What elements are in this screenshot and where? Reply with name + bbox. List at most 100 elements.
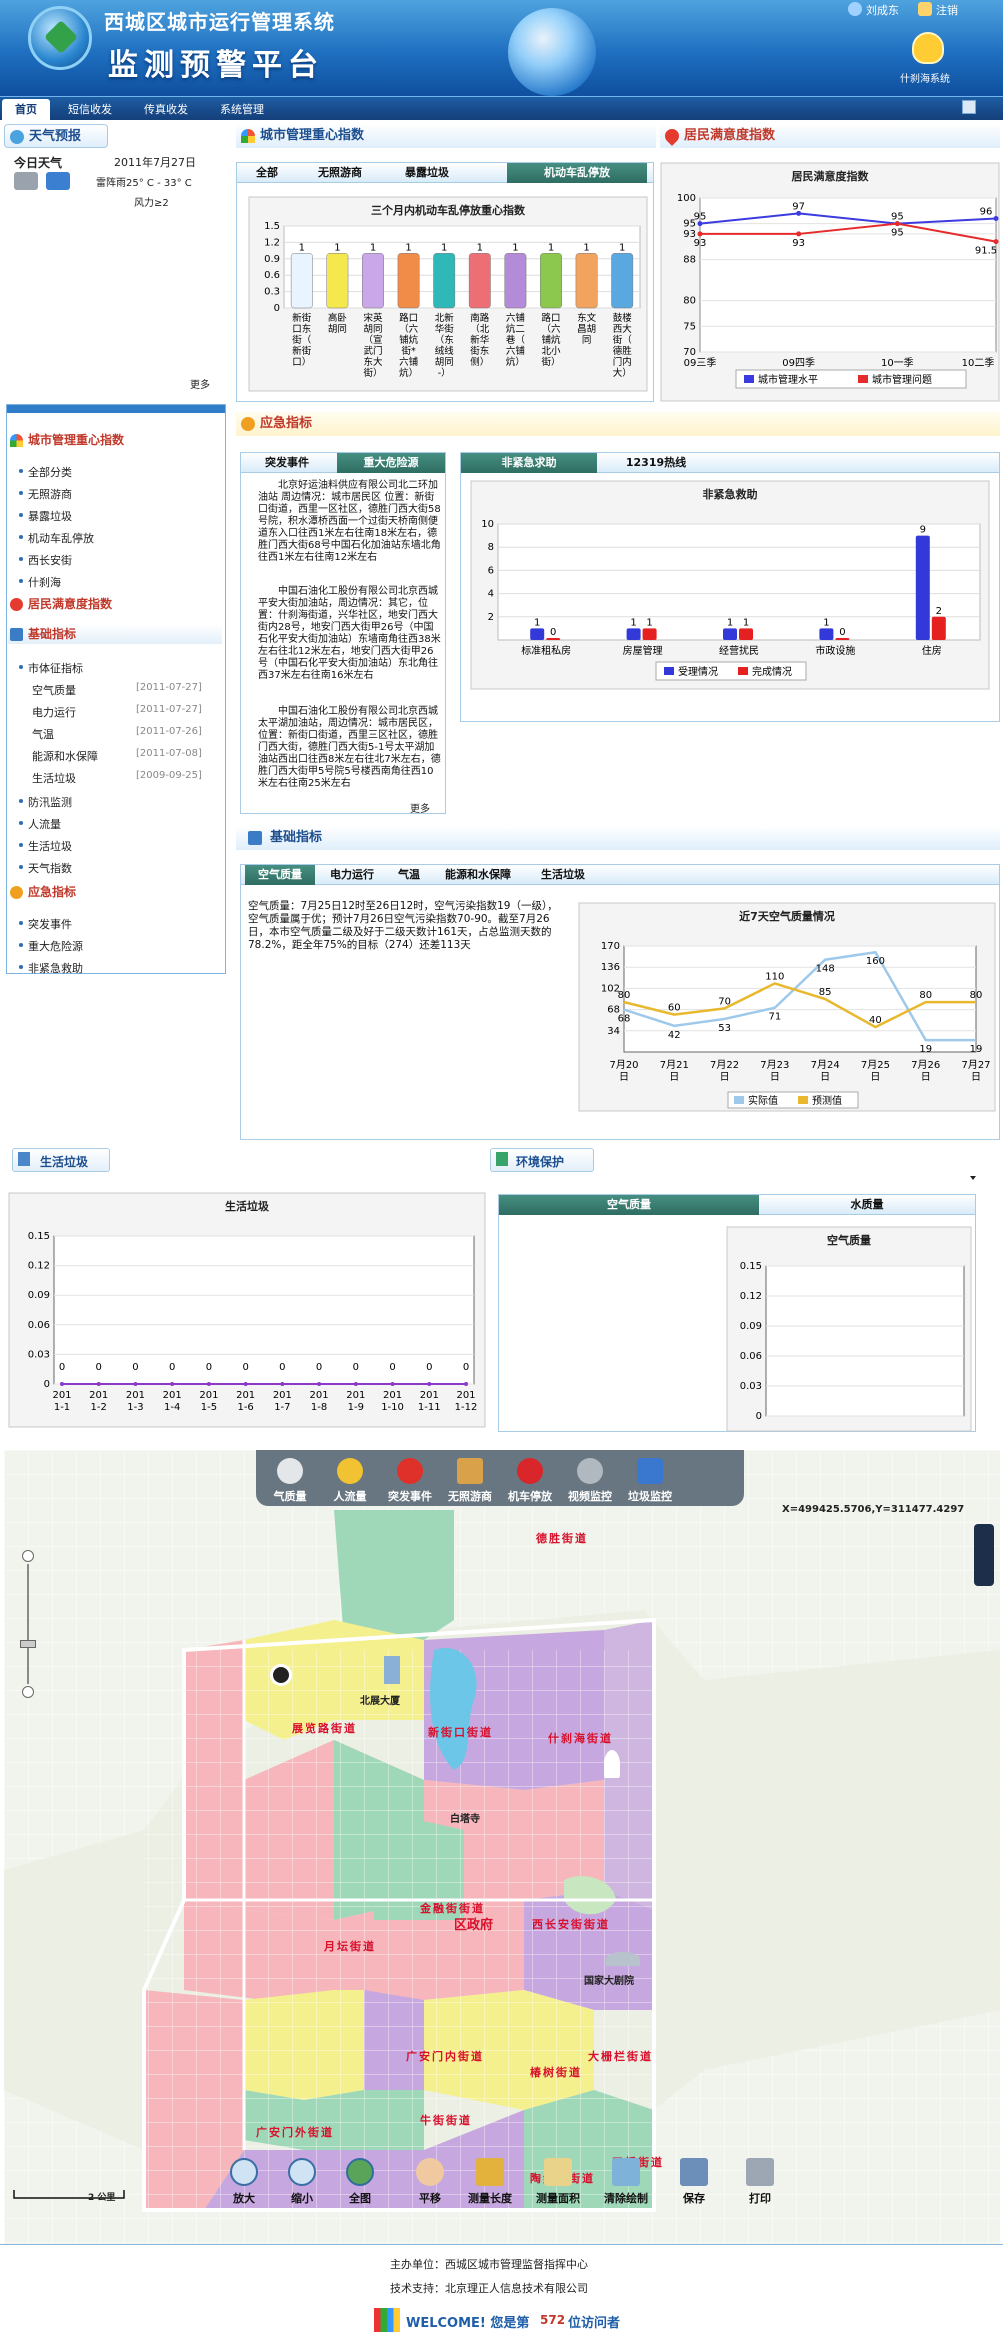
emergency-more-link[interactable]: 更多: [410, 800, 430, 815]
tab-nonemergency[interactable]: 非紧急求助: [461, 453, 597, 473]
sidebar-sub-power[interactable]: 电力运行: [32, 704, 76, 720]
data-label: 1: [630, 617, 636, 628]
sidebar-item-hazard[interactable]: 重大危险源: [19, 938, 83, 954]
focus-tab-garbage[interactable]: 暴露垃圾: [383, 163, 471, 183]
logout-icon[interactable]: [918, 2, 932, 16]
x-tick-label: 六铺: [506, 312, 525, 324]
emergency-tabs: 突发事件 重大危险源: [241, 453, 445, 473]
platform-name: 监测预警平台: [108, 48, 324, 83]
tab-home[interactable]: 首页: [2, 99, 50, 121]
map-print-tool[interactable]: 打印: [730, 2158, 790, 2206]
sidebar-item-incident[interactable]: 突发事件: [19, 916, 72, 932]
sidebar-item-people[interactable]: 人流量: [19, 816, 61, 832]
map-clear-tool[interactable]: 清除绘制: [596, 2158, 656, 2206]
map-view[interactable]: 气质量 人流量 突发事件 无照游商 机车停放 视频监控 垃圾监控 X=49942…: [4, 1450, 1000, 2245]
sidebar-item-flood[interactable]: 防汛监测: [19, 794, 72, 810]
x-tick-label: 鼓楼: [613, 312, 633, 324]
x-tick-label-line2: 1-9: [348, 1402, 364, 1413]
tab-sms[interactable]: 短信收发: [54, 99, 126, 121]
focus-tab-parking[interactable]: 机动车乱停放: [507, 163, 647, 183]
focus-tab-vendor[interactable]: 无照游商: [297, 163, 383, 183]
sidebar-emerg-head[interactable]: 应急指标: [8, 882, 222, 902]
map-zoom-in-tool[interactable]: 放大: [214, 2158, 274, 2206]
x-tick-label-line2: 1-4: [164, 1402, 180, 1413]
map-tool-garbage[interactable]: 垃圾监控: [620, 1458, 680, 1504]
tab-env-water[interactable]: 水质量: [759, 1195, 975, 1215]
zoo-icon[interactable]: [270, 1664, 292, 1686]
sidebar-sub-energy[interactable]: 能源和水保障: [32, 748, 98, 764]
map-tool-air[interactable]: 气质量: [260, 1458, 320, 1504]
legend-swatch: [798, 1096, 808, 1104]
sidebar-item-parking[interactable]: 机动车乱停放: [19, 530, 94, 546]
zoom-slider-handle[interactable]: [20, 1640, 36, 1648]
bar: [835, 638, 850, 640]
map-pan-tool[interactable]: 平移: [400, 2158, 460, 2206]
zoom-in-icon[interactable]: [22, 1550, 34, 1562]
env-title: 环境保护: [516, 1155, 565, 1169]
tab-energy[interactable]: 能源和水保障: [433, 865, 523, 885]
map-tool-parking[interactable]: 机车停放: [500, 1458, 560, 1504]
map-tool-people[interactable]: 人流量: [320, 1458, 380, 1504]
sidebar-item-shichahai[interactable]: 什刹海: [19, 574, 61, 590]
map-measure-length-tool[interactable]: 测量长度: [460, 2158, 520, 2206]
district-guanganmenwai: 广安门外街道: [256, 2126, 334, 2139]
sidebar-focus-head[interactable]: 城市管理重心指数: [8, 430, 222, 450]
district-chunshu: 椿树街道: [530, 2066, 582, 2079]
map-measure-area-tool[interactable]: 测量面积: [528, 2158, 588, 2206]
x-tick-label: 7月20: [609, 1059, 638, 1071]
shichahai-icon[interactable]: [912, 32, 944, 64]
tab-fax[interactable]: 传真收发: [130, 99, 202, 121]
sidebar-sub-air[interactable]: 空气质量: [32, 682, 76, 698]
sidebar-sub-waste[interactable]: 生活垃圾: [32, 770, 76, 786]
tab-system[interactable]: 系统管理: [206, 99, 278, 121]
data-label: 71: [768, 1012, 781, 1023]
sidebar-item-life-waste[interactable]: 生活垃圾: [19, 838, 72, 854]
user-name[interactable]: 刘成东: [866, 2, 899, 18]
rainbow-icon: [10, 434, 23, 447]
collapse-arrow-icon[interactable]: [970, 1176, 976, 1180]
tab-env-air[interactable]: 空气质量: [499, 1195, 759, 1215]
x-tick-label: 09三季: [684, 357, 717, 369]
weather-more-link[interactable]: 更多: [190, 376, 210, 391]
sidebar-item-weather-index[interactable]: 天气指数: [19, 860, 72, 876]
sidebar-item-vendor[interactable]: 无照游商: [19, 486, 72, 502]
x-tick-label: 大）: [613, 367, 632, 379]
sidebar-sub-temp[interactable]: 气温: [32, 726, 54, 742]
bar: [504, 253, 527, 309]
sidebar-item-nonemergency[interactable]: 非紧急救助: [19, 960, 83, 976]
focus-tab-all[interactable]: 全部: [237, 163, 297, 183]
map-zoom-out-tool[interactable]: 缩小: [272, 2158, 332, 2206]
map-full-tool[interactable]: 全图: [330, 2158, 390, 2206]
tab-temp[interactable]: 气温: [389, 865, 429, 885]
tab-12319[interactable]: 12319热线: [601, 453, 711, 473]
sidebar-basic-head[interactable]: 基础指标: [8, 624, 222, 644]
x-tick-label: 新街: [292, 345, 312, 357]
theatre-icon[interactable]: [606, 1952, 640, 1966]
sidebar-item-xichangan[interactable]: 西长安街: [19, 552, 72, 568]
tab-waste[interactable]: 生活垃圾: [527, 865, 599, 885]
zoom-out-icon[interactable]: [22, 1686, 34, 1698]
x-tick-label: 7月25: [861, 1059, 890, 1071]
map-save-tool[interactable]: 保存: [664, 2158, 724, 2206]
tab-hazard[interactable]: 重大危险源: [337, 453, 445, 473]
map-tool-video[interactable]: 视频监控: [560, 1458, 620, 1504]
map-tool-incident[interactable]: 突发事件: [380, 1458, 440, 1504]
white-pagoda-icon[interactable]: [604, 1750, 620, 1778]
tab-power[interactable]: 电力运行: [319, 865, 385, 885]
shichahai-link[interactable]: 什刹海系统: [900, 70, 950, 85]
tab-incident[interactable]: 突发事件: [241, 453, 333, 473]
footer-divider: [0, 2244, 1003, 2245]
expo-building-icon[interactable]: [384, 1656, 400, 1684]
sidebar-item-city-vitals[interactable]: 市体征指标: [19, 660, 83, 676]
zoom-slider-track[interactable]: [27, 1564, 29, 1684]
map-tool-vendor[interactable]: 无照游商: [440, 1458, 500, 1504]
nav-toggle-icon[interactable]: [962, 100, 976, 114]
logout-link[interactable]: 注销: [936, 2, 958, 18]
sidebar-top-bar: [7, 405, 225, 413]
x-tick-label: 7月26: [911, 1059, 940, 1071]
map-pan-control[interactable]: [974, 1524, 994, 1586]
tab-air[interactable]: 空气质量: [245, 865, 315, 885]
sidebar-item-all[interactable]: 全部分类: [19, 464, 72, 480]
sidebar-item-garbage[interactable]: 暴露垃圾: [19, 508, 72, 524]
sidebar-sat-head[interactable]: 居民满意度指数: [8, 594, 222, 614]
